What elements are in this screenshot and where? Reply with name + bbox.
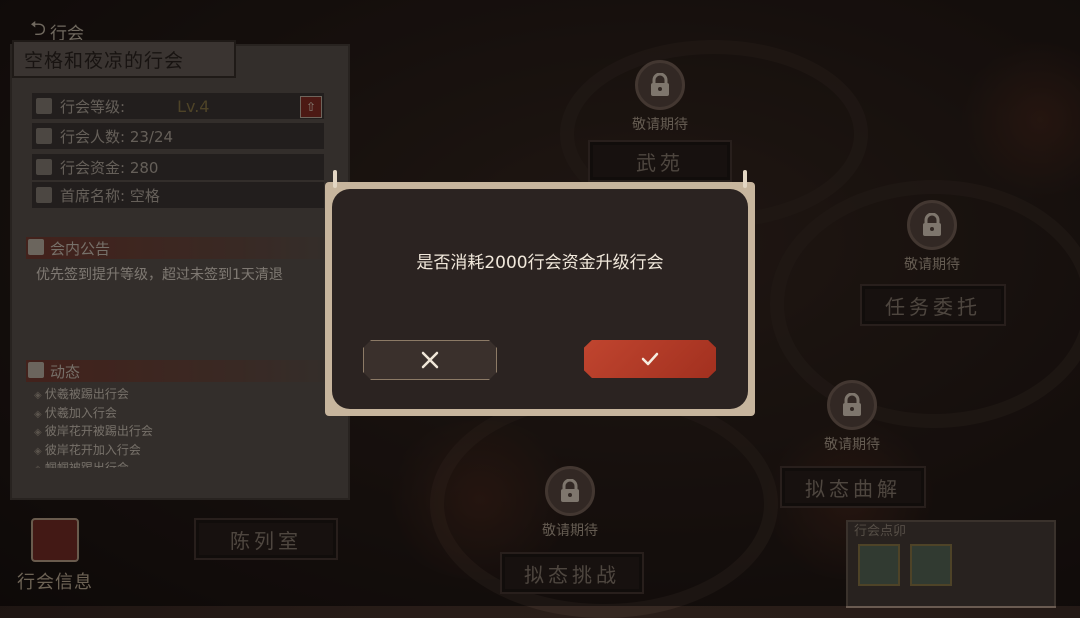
- dialog-message: 是否消耗2000行会资金升级行会: [416, 253, 664, 273]
- dialog-pin: [743, 170, 747, 188]
- dialog-pin: [333, 170, 337, 188]
- close-icon: [421, 351, 439, 369]
- confirm-button[interactable]: [584, 340, 716, 378]
- check-icon: [641, 352, 659, 366]
- cancel-button[interactable]: [363, 340, 497, 380]
- upgrade-confirm-dialog: 是否消耗2000行会资金升级行会: [325, 170, 755, 416]
